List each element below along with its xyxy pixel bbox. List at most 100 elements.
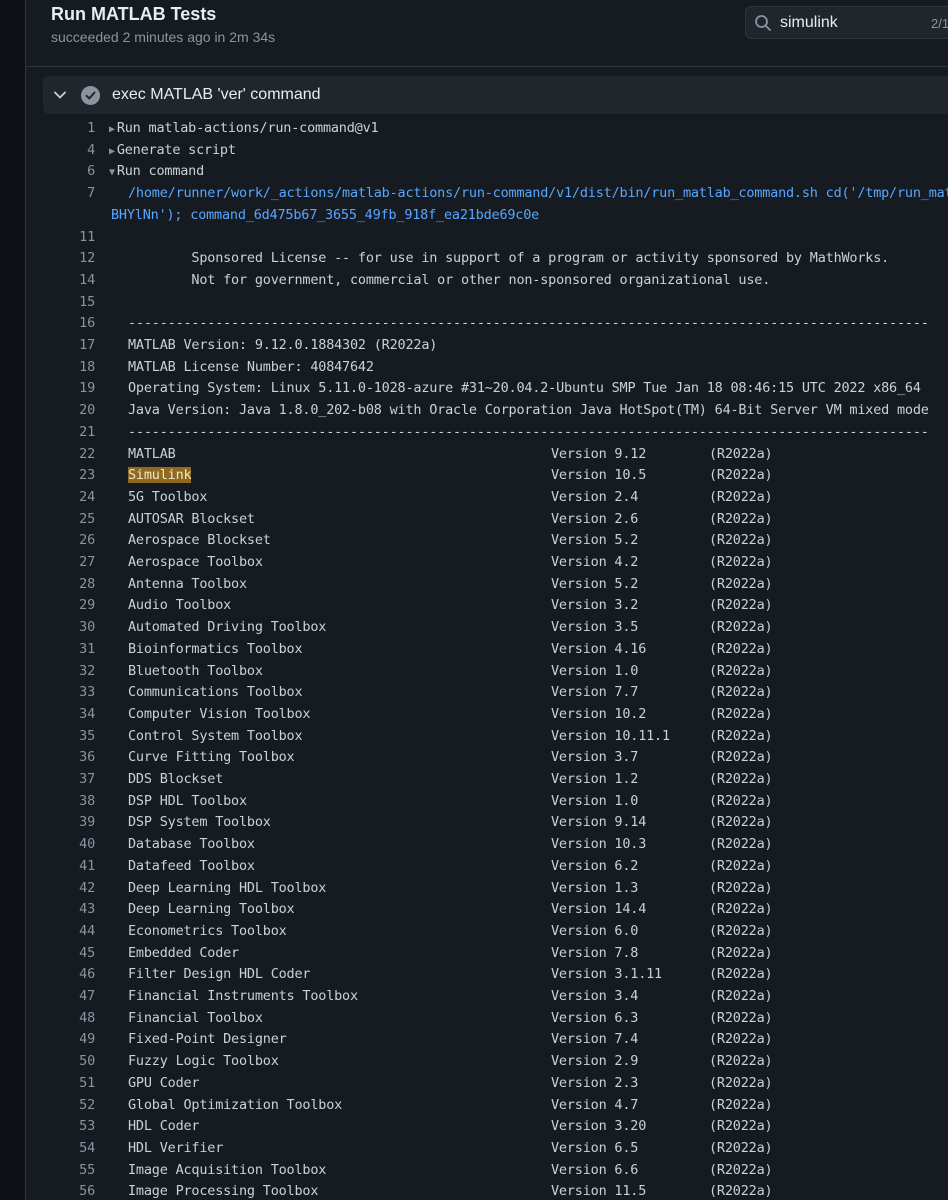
line-number: 33 bbox=[79, 684, 95, 701]
component-name: MATLAB bbox=[128, 445, 176, 462]
component-release: (R2022a) bbox=[709, 640, 773, 657]
component-name: Embedded Coder bbox=[128, 944, 239, 961]
component-release: (R2022a) bbox=[709, 1118, 773, 1135]
component-row: 47 Financial Instruments Toolbox Version 3… bbox=[43, 986, 948, 1008]
line-number: 23 bbox=[79, 467, 95, 484]
component-name: Deep Learning HDL Toolbox bbox=[128, 879, 327, 896]
line-number: 45 bbox=[79, 944, 95, 961]
log-search-box[interactable]: 2/1 bbox=[745, 6, 948, 39]
component-name: Computer Vision Toolbox bbox=[128, 705, 311, 722]
component-release: (R2022a) bbox=[709, 662, 773, 679]
step-header[interactable]: exec MATLAB 'ver' command bbox=[43, 76, 948, 114]
component-release: (R2022a) bbox=[709, 727, 773, 744]
component-version: Version 4.16 bbox=[551, 640, 647, 657]
log-line[interactable]: 6 ▼ Run command bbox=[43, 161, 948, 183]
log-line: 20 Java Version: Java 1.8.0_202-b08 with … bbox=[43, 400, 948, 422]
component-name: Econometrics Toolbox bbox=[128, 922, 287, 939]
component-version: Version 2.4 bbox=[551, 488, 639, 505]
component-name: 5G Toolbox bbox=[128, 488, 208, 505]
component-version: Version 3.20 bbox=[551, 1118, 647, 1135]
line-number: 32 bbox=[79, 662, 95, 679]
line-number: 35 bbox=[79, 727, 95, 744]
line-number: 14 bbox=[79, 271, 95, 288]
job-title: Run MATLAB Tests bbox=[51, 4, 217, 24]
line-number: 47 bbox=[79, 988, 95, 1004]
component-version: Version 1.0 bbox=[551, 792, 639, 809]
component-row: 56 Image Processing Toolbox Version 11.5 (R… bbox=[43, 1181, 948, 1200]
log-text: BHYlNn'); command_6d475b67_3655_49fb_918… bbox=[111, 206, 540, 223]
group-label: Generate script bbox=[116, 141, 236, 158]
component-version: Version 3.5 bbox=[551, 619, 639, 636]
component-release: (R2022a) bbox=[709, 1009, 773, 1026]
chevron-down-icon[interactable] bbox=[53, 88, 67, 102]
component-version: Version 6.2 bbox=[551, 857, 639, 874]
caret-right-icon[interactable]: ▶ bbox=[109, 146, 115, 157]
component-row: 37 DDS Blockset Version 1.2 (R2022a) bbox=[43, 769, 948, 791]
component-name: GPU Coder bbox=[128, 1074, 200, 1091]
log-line[interactable]: 4 ▶ Generate script bbox=[43, 140, 948, 162]
component-release: (R2022a) bbox=[709, 1139, 773, 1156]
component-release: (R2022a) bbox=[709, 792, 773, 809]
component-version: Version 14.4 bbox=[551, 901, 647, 918]
component-release: (R2022a) bbox=[709, 922, 773, 939]
log-text: /home/runner/work/_actions/matlab-action… bbox=[128, 185, 948, 202]
component-name: AUTOSAR Blockset bbox=[128, 510, 255, 527]
line-number: 16 bbox=[79, 315, 95, 332]
log-text: ----------------------------------------… bbox=[128, 423, 929, 440]
component-release: (R2022a) bbox=[709, 836, 773, 853]
line-number: 39 bbox=[79, 814, 95, 831]
component-row: 50 Fuzzy Logic Toolbox Version 2.9 (R2022a) bbox=[43, 1051, 948, 1073]
component-release: (R2022a) bbox=[709, 619, 773, 636]
component-name: Fuzzy Logic Toolbox bbox=[128, 1053, 279, 1070]
component-row: 29 Audio Toolbox Version 3.2 (R2022a) bbox=[43, 595, 948, 617]
component-version: Version 1.0 bbox=[551, 662, 639, 679]
line-number: 43 bbox=[79, 901, 95, 918]
line-number: 30 bbox=[79, 619, 95, 636]
line-number: 19 bbox=[79, 380, 95, 397]
log-line[interactable]: 1 ▶ Run matlab-actions/run-command@v1 bbox=[43, 118, 948, 140]
component-name: Aerospace Blockset bbox=[128, 532, 271, 549]
component-name: Database Toolbox bbox=[128, 836, 255, 853]
component-release: (R2022a) bbox=[709, 467, 773, 484]
line-number: 20 bbox=[79, 402, 95, 419]
component-release: (R2022a) bbox=[709, 1096, 773, 1113]
line-number: 37 bbox=[79, 771, 95, 787]
component-release: (R2022a) bbox=[709, 488, 773, 505]
component-release: (R2022a) bbox=[709, 575, 773, 592]
log-text: ----------------------------------------… bbox=[128, 315, 929, 332]
component-name: Filter Design HDL Coder bbox=[128, 966, 311, 983]
component-version: Version 2.9 bbox=[551, 1053, 639, 1070]
caret-right-icon[interactable]: ▶ bbox=[109, 124, 115, 135]
component-row: 34 Computer Vision Toolbox Version 10.2 (R2… bbox=[43, 704, 948, 726]
log-line: 12 Sponsored License -- for use in suppo… bbox=[43, 248, 948, 270]
component-row: 40 Database Toolbox Version 10.3 (R2022a) bbox=[43, 834, 948, 856]
component-name: Image Processing Toolbox bbox=[128, 1183, 319, 1200]
log-text: MATLAB License Number: 40847642 bbox=[128, 358, 374, 375]
line-number: 38 bbox=[79, 792, 95, 809]
line-number: 17 bbox=[79, 337, 95, 353]
component-release: (R2022a) bbox=[709, 944, 773, 961]
caret-down-icon[interactable]: ▼ bbox=[109, 167, 115, 178]
log-line: BHYlNn'); command_6d475b67_3655_49fb_918… bbox=[43, 205, 948, 227]
component-row: 54 HDL Verifier Version 6.5 (R2022a) bbox=[43, 1138, 948, 1160]
component-name: Deep Learning Toolbox bbox=[128, 901, 295, 918]
component-release: (R2022a) bbox=[709, 684, 773, 701]
component-release: (R2022a) bbox=[709, 1053, 773, 1070]
line-number: 26 bbox=[79, 532, 95, 549]
line-number: 50 bbox=[79, 1053, 95, 1070]
component-version: Version 7.4 bbox=[551, 1031, 639, 1048]
component-row: 26 Aerospace Blockset Version 5.2 (R2022a) bbox=[43, 530, 948, 552]
component-row: 27 Aerospace Toolbox Version 4.2 (R2022a) bbox=[43, 552, 948, 574]
component-release: (R2022a) bbox=[709, 814, 773, 831]
log-text: MATLAB Version: 9.12.0.1884302 (R2022a) bbox=[128, 337, 438, 353]
log-text: Operating System: Linux 5.11.0-1028-azur… bbox=[128, 380, 921, 397]
component-version: Version 9.12 bbox=[551, 445, 647, 462]
search-input[interactable] bbox=[780, 13, 910, 33]
log-text: Not for government, commercial or other … bbox=[128, 271, 771, 288]
log-output: 1 ▶ Run matlab-actions/run-command@v1 4 ▶ Gen… bbox=[43, 118, 948, 1200]
component-version: Version 1.2 bbox=[551, 771, 639, 787]
component-row: 30 Automated Driving Toolbox Version 3.5 (R… bbox=[43, 617, 948, 639]
component-version: Version 3.7 bbox=[551, 749, 639, 766]
component-name: Simulink bbox=[128, 465, 192, 487]
line-number: 1 bbox=[87, 120, 95, 136]
